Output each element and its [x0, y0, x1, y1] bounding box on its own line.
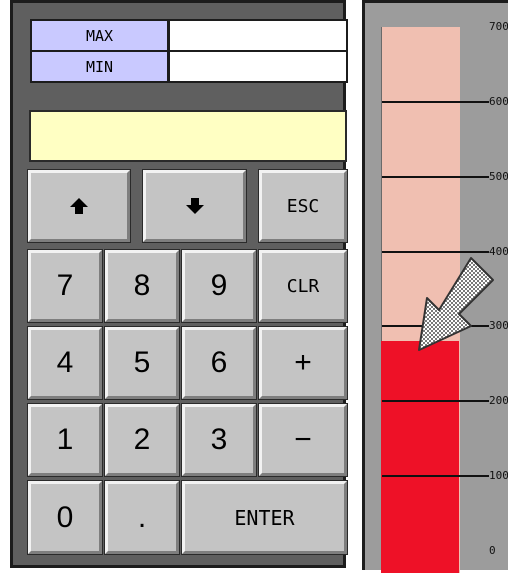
- plus-button[interactable]: +: [258, 326, 348, 400]
- key-1[interactable]: 1: [27, 403, 103, 477]
- max-value-field[interactable]: [168, 19, 348, 52]
- key-7[interactable]: 7: [27, 249, 103, 323]
- enter-button[interactable]: ENTER: [181, 480, 348, 555]
- gauge-tick-label: 700: [489, 20, 508, 33]
- entry-display[interactable]: [29, 110, 347, 162]
- max-label: MAX: [30, 19, 169, 52]
- clear-button[interactable]: CLR: [258, 249, 348, 323]
- down-button[interactable]: [142, 169, 247, 243]
- key-4[interactable]: 4: [27, 326, 103, 400]
- up-button[interactable]: [27, 169, 131, 243]
- gauge-tick-label: 100: [489, 469, 508, 483]
- gauge-tick-line: [382, 475, 489, 478]
- gauge-tick-label: 600: [489, 94, 508, 108]
- up-arrow-icon: [69, 197, 89, 215]
- diagonal-arrow-icon: [413, 256, 495, 358]
- gauge-tick-label: 500: [489, 169, 508, 183]
- decimal-point-button[interactable]: .: [104, 480, 180, 555]
- minus-button[interactable]: −: [258, 403, 348, 477]
- key-2[interactable]: 2: [104, 403, 180, 477]
- keypad-panel: MAX MIN ESC 7 8 9 CLR 4 5 6 + 1 2 3 − 0 …: [10, 0, 348, 568]
- gauge-tick-line: [382, 250, 489, 253]
- level-gauge: 700 600 500 400 300 200 100 0: [362, 0, 508, 573]
- key-6[interactable]: 6: [181, 326, 257, 400]
- min-label: MIN: [30, 50, 169, 83]
- key-5[interactable]: 5: [104, 326, 180, 400]
- down-arrow-icon: [185, 197, 205, 215]
- esc-button[interactable]: ESC: [258, 169, 348, 243]
- gauge-bar-fill: [381, 341, 459, 573]
- key-8[interactable]: 8: [104, 249, 180, 323]
- gauge-tick-line: [382, 400, 489, 403]
- gauge-tick-line: [382, 175, 489, 178]
- gauge-tick-label: 0: [489, 544, 496, 557]
- gauge-tick-line: [382, 100, 489, 103]
- gauge-tick-label: 200: [489, 394, 508, 408]
- key-9[interactable]: 9: [181, 249, 257, 323]
- min-value-field[interactable]: [168, 50, 348, 83]
- key-0[interactable]: 0: [27, 480, 103, 555]
- key-3[interactable]: 3: [181, 403, 257, 477]
